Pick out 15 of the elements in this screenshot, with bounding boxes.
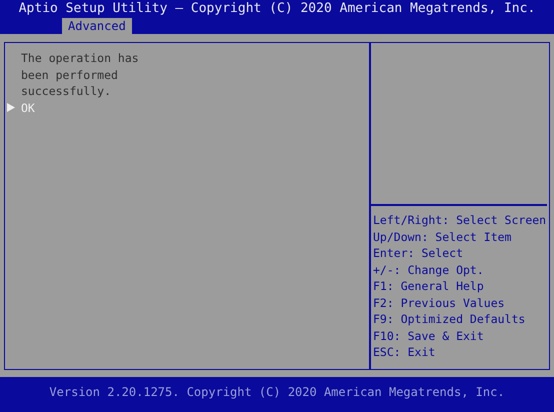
window-title: Aptio Setup Utility – Copyright (C) 2020 American Megatrends, Inc. (18, 0, 536, 18)
help-text: F1: General Help (373, 278, 485, 294)
help-text: Up/Down: Select Item (373, 228, 512, 245)
message-text: The operation has (20, 50, 140, 66)
message-text: successfully. (20, 83, 112, 100)
version-text: Version 2.20.1275. Copyright (C) 2020 American Megatrends, Inc. (49, 384, 505, 398)
menu-tab[interactable]: Advanced (62, 18, 132, 34)
help-text: F2: Previous Values (373, 294, 506, 311)
help-text: +/-: Change Opt. (373, 262, 485, 278)
help-text: ESC: Exit (373, 344, 436, 360)
help-text: F10: Save & Exit (373, 328, 485, 344)
help-text: Enter: Select (373, 245, 464, 262)
message-text: been performed (20, 66, 119, 83)
help-text: F9: Optimized Defaults (373, 311, 526, 328)
help-text: Left/Right: Select Screen (373, 212, 548, 228)
